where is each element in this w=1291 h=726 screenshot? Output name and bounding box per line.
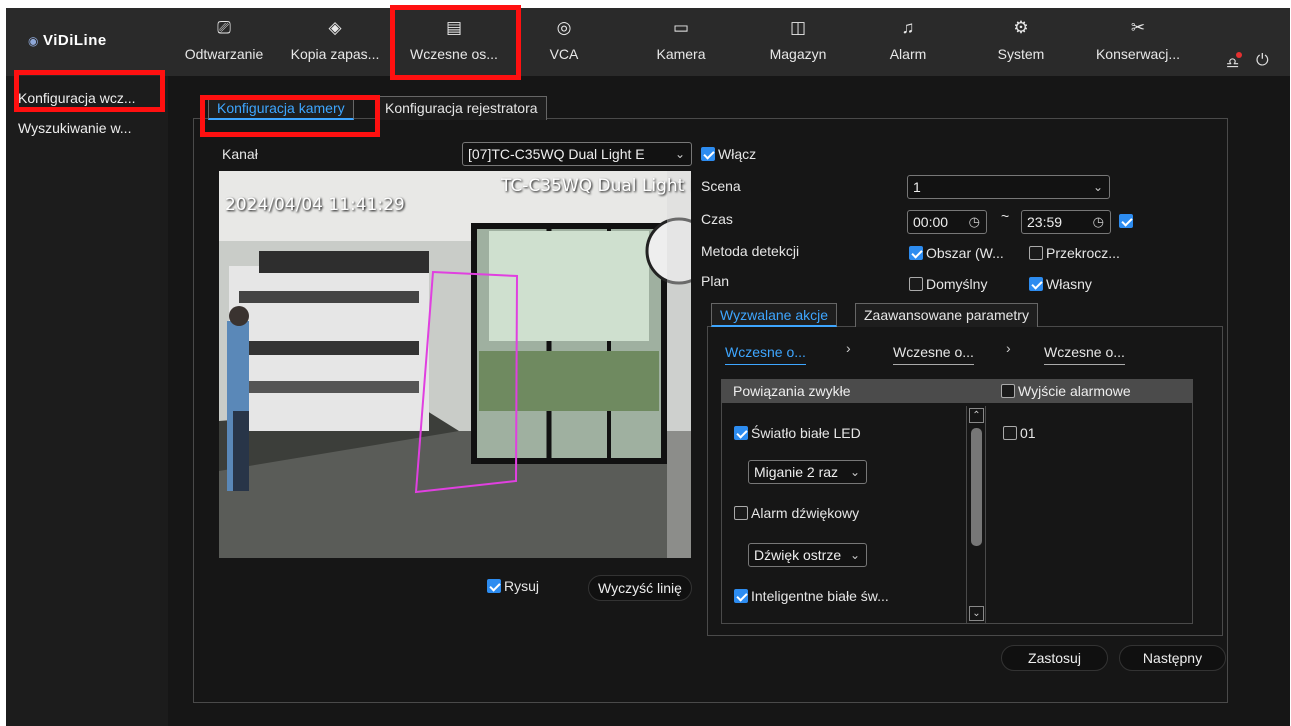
linkage-header: Powiązania zwykłe — [721, 379, 987, 403]
chevron-down-icon: ⌄ — [849, 465, 860, 479]
sidebar-item-search[interactable]: Wyszukiwanie w... — [6, 114, 168, 142]
detection-method-label: Metoda detekcji — [701, 243, 800, 259]
tab-camera-config[interactable]: Konfiguracja kamery — [208, 96, 354, 120]
alarm-icon: ♫ — [901, 18, 915, 37]
custom-check-icon — [1029, 277, 1043, 291]
tab-triggered-actions[interactable]: Wyzwalane akcje — [711, 303, 838, 327]
plan-custom-checkbox[interactable]: Własny — [1029, 276, 1092, 292]
nav-early-warning[interactable]: ▤ Wczesne os... — [396, 16, 512, 72]
scroll-thumb[interactable] — [971, 428, 982, 546]
channel-label: Kanał — [222, 146, 258, 162]
preview-camera-name: TC-C35WQ Dual Light EW — [501, 176, 691, 196]
top-nav-bar: ◉ ViDiLine ⎚ Odtwarzanie ◈ Kopia zapas...… — [6, 8, 1290, 76]
linkage-scrollbar[interactable]: ⌃ ⌄ — [966, 406, 986, 624]
led-mode-select[interactable]: Miganie 2 raz ⌄ — [748, 460, 867, 484]
scroll-up-icon[interactable]: ⌃ — [969, 408, 984, 423]
nav-backup[interactable]: ◈ Kopia zapas... — [282, 16, 388, 72]
storage-icon: ◫ — [789, 18, 807, 37]
alarm-out-header[interactable]: Wyjście alarmowe — [987, 379, 1193, 403]
camera-icon: ▭ — [672, 18, 690, 37]
clock-icon: ◷ — [1092, 214, 1104, 229]
chevron-right-icon: › — [846, 340, 851, 356]
alarm-out-all-check-icon — [1001, 384, 1015, 398]
nav-vca[interactable]: ◎ VCA — [534, 16, 594, 72]
tab-recorder-config[interactable]: Konfiguracja rejestratora — [376, 96, 547, 120]
time-checkbox[interactable] — [1119, 213, 1136, 229]
apply-button[interactable]: Zastosuj — [1001, 645, 1108, 671]
cross-check-icon — [1029, 246, 1043, 260]
time-from-field[interactable]: 00:00 ◷ — [907, 210, 987, 234]
plan-default-checkbox[interactable]: Domyślny — [909, 276, 987, 292]
vidiline-logo: ◉ ViDiLine — [28, 32, 107, 49]
nav-camera[interactable]: ▭ Kamera — [646, 16, 716, 72]
sidebar: Konfiguracja wcz... Wyszukiwanie w... — [6, 76, 168, 726]
nav-storage[interactable]: ◫ Magazyn — [758, 16, 838, 72]
alarm-out-01-check-icon — [1003, 426, 1017, 440]
notification-dot — [1236, 52, 1242, 58]
power-icon[interactable]: ⏻ — [1256, 52, 1269, 70]
next-button[interactable]: Następny — [1119, 645, 1226, 671]
playback-icon: ⎚ — [217, 18, 231, 37]
channel-value: [07]TC-C35WQ Dual Light E — [468, 146, 645, 162]
camera-preview[interactable]: 2024/04/04 11:41:29 TC-C35WQ Dual Light … — [219, 171, 691, 558]
enable-check-icon — [701, 147, 715, 161]
chevron-down-icon: ⌄ — [849, 548, 860, 562]
area-check-icon — [909, 246, 923, 260]
draw-checkbox[interactable]: Rysuj — [487, 578, 539, 594]
chevron-down-icon: ⌄ — [1092, 180, 1103, 194]
draw-check-icon — [487, 579, 501, 593]
chevron-down-icon: ⌄ — [674, 147, 685, 161]
sound-mode-select[interactable]: Dźwięk ostrze ⌄ — [748, 543, 867, 567]
nav-maintenance[interactable]: ✂ Konserwacj... — [1086, 16, 1190, 72]
scene-label: Scena — [701, 178, 741, 194]
maintenance-icon: ✂ — [1130, 18, 1146, 37]
scroll-down-icon[interactable]: ⌄ — [969, 606, 984, 621]
nav-alarm[interactable]: ♫ Alarm — [878, 16, 938, 72]
enable-checkbox[interactable]: Włącz — [701, 146, 756, 162]
led-check-icon — [734, 426, 748, 440]
tab-advanced-params[interactable]: Zaawansowane parametry — [855, 303, 1038, 327]
chevron-right-icon: › — [1006, 340, 1011, 356]
alarm-out-01-checkbox[interactable]: 01 — [1003, 425, 1036, 441]
camera-scene-image — [219, 171, 691, 558]
crumb-1[interactable]: Wczesne o... — [725, 344, 806, 365]
time-to-field[interactable]: 23:59 ◷ — [1021, 210, 1111, 234]
system-icon: ⚙ — [1013, 18, 1029, 37]
sound-check-icon — [734, 506, 748, 520]
preview-timestamp: 2024/04/04 11:41:29 — [225, 195, 405, 215]
layers-icon: ◈ — [328, 18, 342, 37]
sound-alarm-checkbox[interactable]: Alarm dźwiękowy — [734, 505, 859, 521]
default-check-icon — [909, 277, 923, 291]
early-warning-icon: ▤ — [445, 18, 463, 37]
crumb-2[interactable]: Wczesne o... — [893, 344, 974, 365]
scene-select[interactable]: 1 ⌄ — [907, 175, 1110, 199]
vca-icon: ◎ — [556, 18, 572, 37]
channel-select[interactable]: [07]TC-C35WQ Dual Light E ⌄ — [462, 142, 692, 166]
nav-system[interactable]: ⚙ System — [986, 16, 1056, 72]
smart-light-checkbox[interactable]: Inteligentne białe św... — [734, 588, 889, 604]
time-check-icon — [1119, 214, 1133, 228]
sidebar-item-config[interactable]: Konfiguracja wcz... — [6, 84, 168, 112]
time-separator: ~ — [1001, 208, 1010, 224]
led-checkbox[interactable]: Światło białe LED — [734, 425, 861, 441]
plan-label: Plan — [701, 273, 730, 289]
smart-check-icon — [734, 589, 748, 603]
detect-cross-checkbox[interactable]: Przekrocz... — [1029, 245, 1120, 261]
time-label: Czas — [701, 211, 733, 227]
clock-icon: ◷ — [968, 214, 980, 229]
clear-line-button[interactable]: Wyczyść linię — [588, 575, 692, 601]
crumb-3[interactable]: Wczesne o... — [1044, 344, 1125, 365]
nav-playback[interactable]: ⎚ Odtwarzanie — [178, 16, 270, 72]
notification-bell-icon[interactable]: ♎ — [1226, 52, 1242, 72]
detect-area-checkbox[interactable]: Obszar (W... — [909, 245, 1004, 261]
